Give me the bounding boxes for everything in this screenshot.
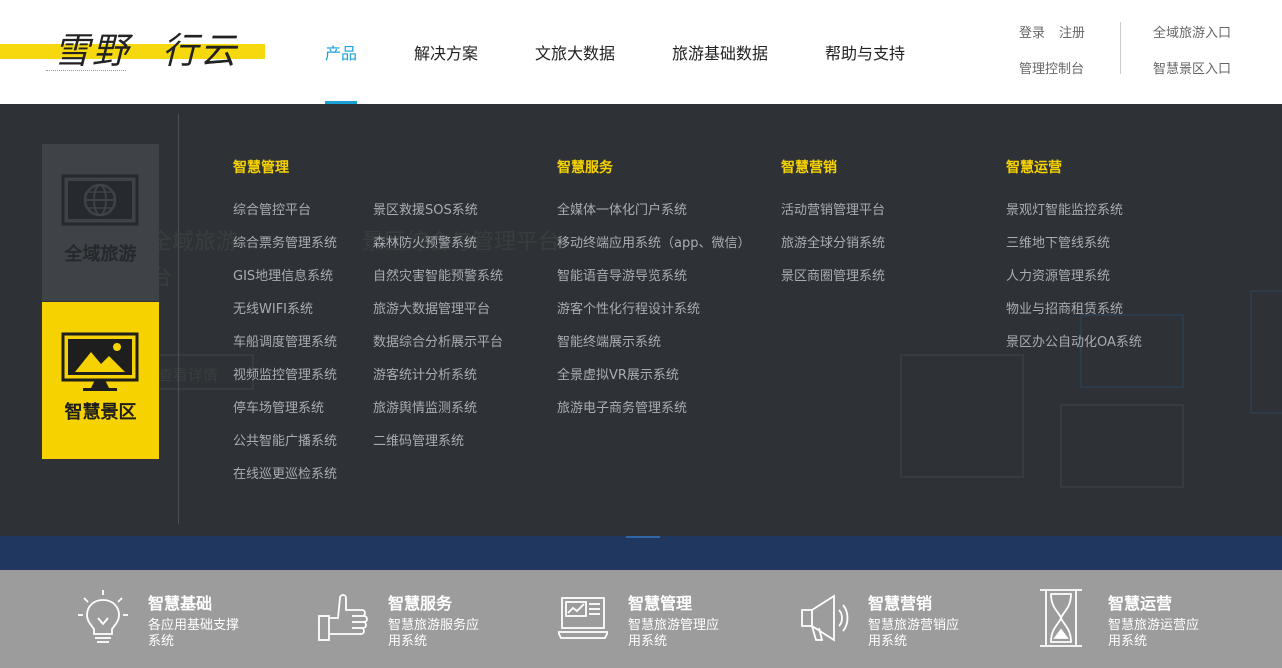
menu-heading-marketing: 智慧营销 [781, 160, 837, 176]
menu-link[interactable]: 视频监控管理系统 [233, 364, 337, 383]
nav-item-products[interactable]: 产品 [325, 40, 357, 64]
site-header: 雪野 行云 产品 解决方案 文旅大数据 旅游基础数据 帮助与支持 登录 注册 管… [0, 0, 1282, 104]
products-dropdown-panel: 全域旅游 景区综合与管理平台 台 查看详情 全域旅游 智慧景区 智慧管理 智慧服… [0, 104, 1282, 536]
menu-link[interactable]: 公共智能广播系统 [233, 430, 337, 449]
ghost-building-2 [1060, 404, 1184, 488]
logo-text-secondary: 行云 [162, 31, 239, 72]
console-link[interactable]: 管理控制台 [1019, 58, 1084, 77]
menu-heading-operation: 智慧运营 [1006, 160, 1062, 176]
menu-link[interactable]: 在线巡更巡检系统 [233, 463, 337, 482]
feature-item-operation[interactable]: 智慧运营 智慧旅游运营应用系统 [1038, 570, 1278, 668]
menu-link[interactable]: 森林防火预警系统 [373, 232, 477, 251]
feature-desc: 智慧旅游营销应用系统 [868, 618, 960, 649]
menu-link[interactable]: 车船调度管理系统 [233, 331, 337, 350]
menu-link[interactable]: 景区救援SOS系统 [373, 199, 478, 218]
menu-link[interactable]: 全媒体一体化门户系统 [557, 199, 687, 218]
menu-heading-management: 智慧管理 [233, 160, 289, 176]
menu-link[interactable]: 旅游全球分销系统 [781, 232, 885, 251]
logo-underline [46, 70, 126, 71]
feature-item-marketing[interactable]: 智慧营销 智慧旅游营销应用系统 [798, 570, 1038, 668]
feature-desc: 智慧旅游运营应用系统 [1108, 618, 1200, 649]
banner-pager-indicator[interactable] [626, 536, 660, 538]
feature-item-service[interactable]: 智慧服务 智慧旅游服务应用系统 [318, 570, 558, 668]
menu-heading-service: 智慧服务 [557, 160, 613, 176]
menu-link[interactable]: 三维地下管线系统 [1006, 232, 1110, 251]
feature-title: 智慧管理 [628, 594, 693, 613]
menu-link[interactable]: 停车场管理系统 [233, 397, 324, 416]
category-card-global-tourism[interactable]: 全域旅游 [42, 144, 159, 301]
menu-link[interactable]: 综合票务管理系统 [233, 232, 337, 251]
banner-strip [0, 536, 1282, 570]
globe-monitor-icon [61, 174, 139, 226]
nav-item-tourism-big-data[interactable]: 文旅大数据 [535, 40, 615, 64]
feature-title: 智慧服务 [388, 594, 453, 613]
menu-link[interactable]: 无线WIFI系统 [233, 298, 313, 317]
category-card-label: 全域旅游 [64, 244, 137, 265]
thumbs-up-icon [318, 594, 368, 641]
feature-bar: 智慧基础 各应用基础支撑系统 智慧服务 智慧旅游服务应用系统 智慧管理 智慧旅游… [0, 570, 1282, 668]
feature-title: 智慧营销 [868, 594, 933, 613]
menu-link[interactable]: 人力资源管理系统 [1006, 265, 1110, 284]
panel-divider [178, 114, 179, 524]
login-link[interactable]: 登录 [1019, 22, 1045, 41]
menu-link[interactable]: GIS地理信息系统 [233, 265, 333, 284]
smart-scenic-entry-link[interactable]: 智慧景区入口 [1153, 58, 1231, 77]
feature-title: 智慧基础 [148, 594, 213, 613]
menu-link[interactable]: 全景虚拟VR展示系统 [557, 364, 679, 383]
feature-item-basic[interactable]: 智慧基础 各应用基础支撑系统 [78, 570, 318, 668]
menu-link[interactable]: 二维码管理系统 [373, 430, 464, 449]
landscape-monitor-icon [61, 332, 139, 391]
menu-link[interactable]: 旅游大数据管理平台 [373, 298, 490, 317]
logo-text-primary: 雪野 [54, 31, 131, 72]
global-tourism-entry-link[interactable]: 全域旅游入口 [1153, 22, 1231, 41]
megaphone-icon [801, 594, 849, 642]
feature-desc: 智慧旅游服务应用系统 [388, 618, 480, 649]
menu-link[interactable]: 景观灯智能监控系统 [1006, 199, 1123, 218]
register-link[interactable]: 注册 [1059, 22, 1085, 41]
menu-link[interactable]: 游客个性化行程设计系统 [557, 298, 700, 317]
ghost-side-tab [1250, 290, 1282, 414]
nav-item-solutions[interactable]: 解决方案 [414, 40, 478, 64]
category-card-smart-scenic[interactable]: 智慧景区 [42, 302, 159, 459]
menu-link[interactable]: 景区办公自动化OA系统 [1006, 331, 1142, 350]
menu-link[interactable]: 数据综合分析展示平台 [373, 331, 503, 350]
menu-link[interactable]: 活动营销管理平台 [781, 199, 885, 218]
ghost-title-a: 全域旅游 [150, 230, 239, 255]
header-divider [1120, 22, 1121, 74]
feature-item-management[interactable]: 智慧管理 智慧旅游管理应用系统 [558, 570, 798, 668]
menu-link[interactable]: 旅游舆情监测系统 [373, 397, 477, 416]
menu-link[interactable]: 旅游电子商务管理系统 [557, 397, 687, 416]
feature-title: 智慧运营 [1108, 594, 1173, 613]
menu-link[interactable]: 智能终端展示系统 [557, 331, 661, 350]
menu-link[interactable]: 景区商圈管理系统 [781, 265, 885, 284]
feature-desc: 各应用基础支撑系统 [148, 618, 240, 649]
hourglass-icon [1040, 589, 1082, 647]
ghost-screen [1080, 314, 1184, 388]
menu-link[interactable]: 游客统计分析系统 [373, 364, 477, 383]
nav-item-help-support[interactable]: 帮助与支持 [825, 40, 905, 64]
category-card-label: 智慧景区 [64, 402, 137, 423]
lightbulb-icon [78, 590, 128, 643]
nav-item-tourism-basic-data[interactable]: 旅游基础数据 [672, 40, 768, 64]
ghost-building-1 [900, 354, 1024, 478]
menu-link[interactable]: 移动终端应用系统（app、微信） [557, 232, 750, 251]
feature-desc: 智慧旅游管理应用系统 [628, 618, 720, 649]
menu-link[interactable]: 物业与招商租赁系统 [1006, 298, 1123, 317]
menu-link[interactable]: 综合管控平台 [233, 199, 311, 218]
menu-link[interactable]: 自然灾害智能预警系统 [373, 265, 503, 284]
menu-link[interactable]: 智能语音导游导览系统 [557, 265, 687, 284]
laptop-chart-icon [558, 597, 608, 639]
